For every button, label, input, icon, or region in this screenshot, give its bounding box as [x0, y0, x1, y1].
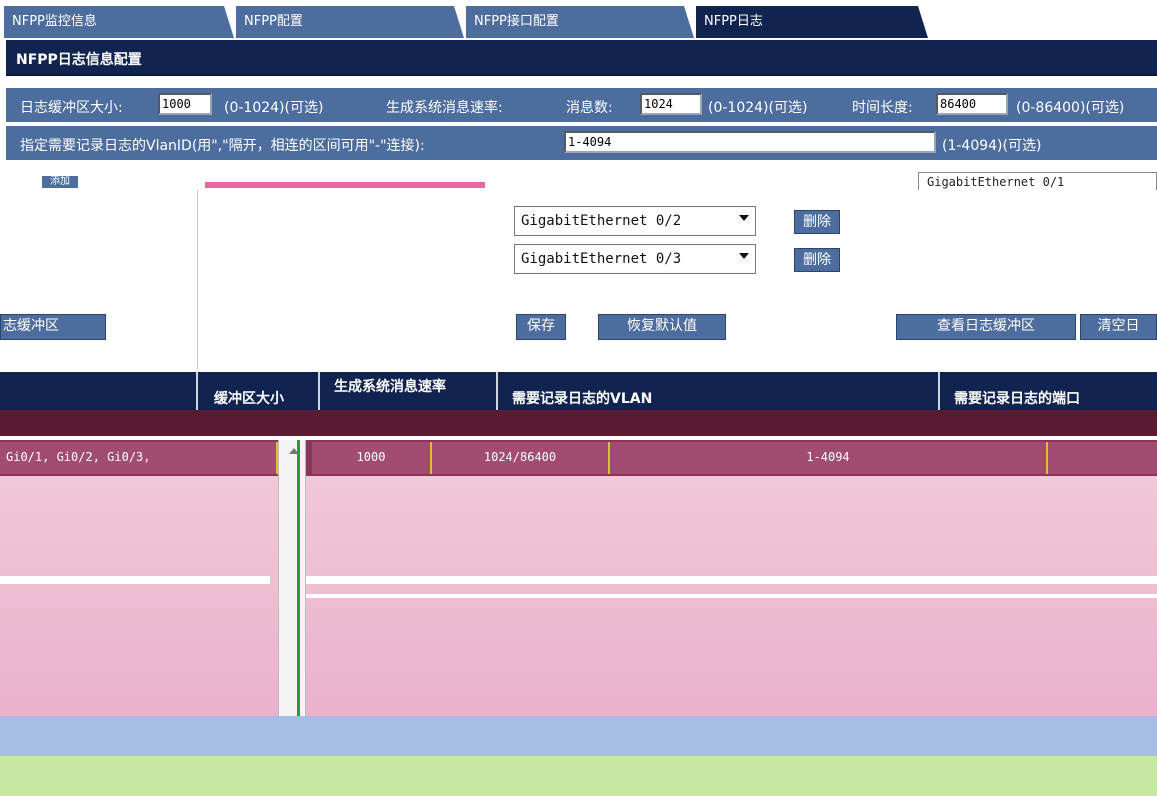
restore-default-button[interactable]: 恢复默认值 — [598, 314, 726, 340]
footer-band — [0, 716, 1157, 756]
port-select-value: GigabitEthernet 0/3 — [521, 251, 682, 267]
buffer-size-input[interactable] — [158, 93, 212, 115]
tab-nfpp-interface-config[interactable]: NFPP接口配置 — [466, 6, 694, 38]
column-header-rate: 生成系统消息速率 — [334, 379, 446, 395]
port-select-2[interactable]: GigabitEthernet 0/2 — [514, 206, 756, 236]
column-header-ports: 需要记录日志的端口 — [954, 391, 1080, 407]
duration-input[interactable] — [936, 93, 1008, 115]
port-select-value: GigabitEthernet 0/2 — [521, 213, 682, 229]
scroll-indicator — [297, 440, 300, 718]
vertical-scrollbar[interactable] — [278, 440, 306, 720]
cell-ports: Gi0/1, Gi0/2, Gi0/3, — [0, 442, 278, 474]
table-row[interactable]: Gi0/1, Gi0/2, Gi0/3, 1000 1024/86400 1-4… — [0, 440, 1157, 476]
rendering-artifact — [306, 594, 1157, 598]
port-select-top[interactable]: GigabitEthernet 0/1 — [918, 172, 1157, 190]
message-count-range: (0-1024)(可选) — [708, 100, 808, 116]
divider — [197, 190, 198, 370]
duration-range: (0-86400)(可选) — [1016, 100, 1125, 116]
delete-port-button[interactable]: 删除 — [794, 248, 840, 272]
save-button[interactable]: 保存 — [516, 314, 566, 340]
tab-label: NFPP日志 — [704, 14, 763, 29]
vlan-input[interactable] — [564, 131, 936, 153]
delete-port-button[interactable]: 删除 — [794, 210, 840, 234]
buffer-size-label: 日志缓冲区大小: — [20, 100, 123, 116]
rendering-artifact — [306, 576, 1157, 584]
footer-band — [0, 756, 1157, 796]
tab-nfpp-config[interactable]: NFPP配置 — [236, 6, 464, 38]
header-artifact — [0, 410, 1157, 436]
section-title-bar: NFPP日志信息配置 — [6, 40, 1157, 76]
duration-label: 时间长度: — [852, 100, 913, 116]
section-title: NFPP日志信息配置 — [16, 52, 142, 68]
tab-label: NFPP接口配置 — [474, 14, 559, 29]
rendering-artifact — [0, 576, 270, 584]
add-port-button[interactable]: 添加 — [42, 176, 78, 188]
cell-rate: 1024/86400 — [432, 442, 610, 474]
cell-vlan: 1-4094 — [610, 442, 1048, 474]
vlan-label: 指定需要记录日志的VlanID(用","隔开，相连的区间可用"-"连接): — [20, 138, 425, 154]
view-log-buffer-button[interactable]: 查看日志缓冲区 — [896, 314, 1076, 340]
column-header-vlan: 需要记录日志的VLAN — [512, 391, 653, 407]
rendering-artifact — [205, 182, 485, 188]
view-buffer-button-left[interactable]: 志缓冲区 — [0, 314, 106, 340]
log-config-row: 日志缓冲区大小: (0-1024)(可选) 生成系统消息速率: 消息数: (0-… — [6, 88, 1157, 122]
cell-extra — [1048, 442, 1157, 474]
cell-buffer: 1000 — [312, 442, 432, 474]
port-select-3[interactable]: GigabitEthernet 0/3 — [514, 244, 756, 274]
tab-nfpp-monitor[interactable]: NFPP监控信息 — [4, 6, 234, 38]
vlan-config-row: 指定需要记录日志的VlanID(用","隔开，相连的区间可用"-"连接): (1… — [6, 126, 1157, 160]
message-count-input[interactable] — [640, 93, 702, 115]
column-header-buffer: 缓冲区大小 — [214, 391, 284, 407]
tab-bar: NFPP监控信息 NFPP配置 NFPP接口配置 NFPP日志 — [0, 0, 1157, 38]
tab-label: NFPP配置 — [244, 14, 303, 29]
chevron-down-icon — [739, 215, 749, 221]
tab-label: NFPP监控信息 — [12, 14, 97, 29]
tab-nfpp-log[interactable]: NFPP日志 — [696, 6, 928, 38]
chevron-down-icon — [739, 253, 749, 259]
message-count-label: 消息数: — [566, 100, 613, 116]
message-rate-label: 生成系统消息速率: — [386, 100, 503, 116]
clear-log-buffer-button[interactable]: 清空日 — [1080, 314, 1157, 340]
vlan-range: (1-4094)(可选) — [942, 138, 1042, 154]
buffer-size-range: (0-1024)(可选) — [224, 100, 324, 116]
